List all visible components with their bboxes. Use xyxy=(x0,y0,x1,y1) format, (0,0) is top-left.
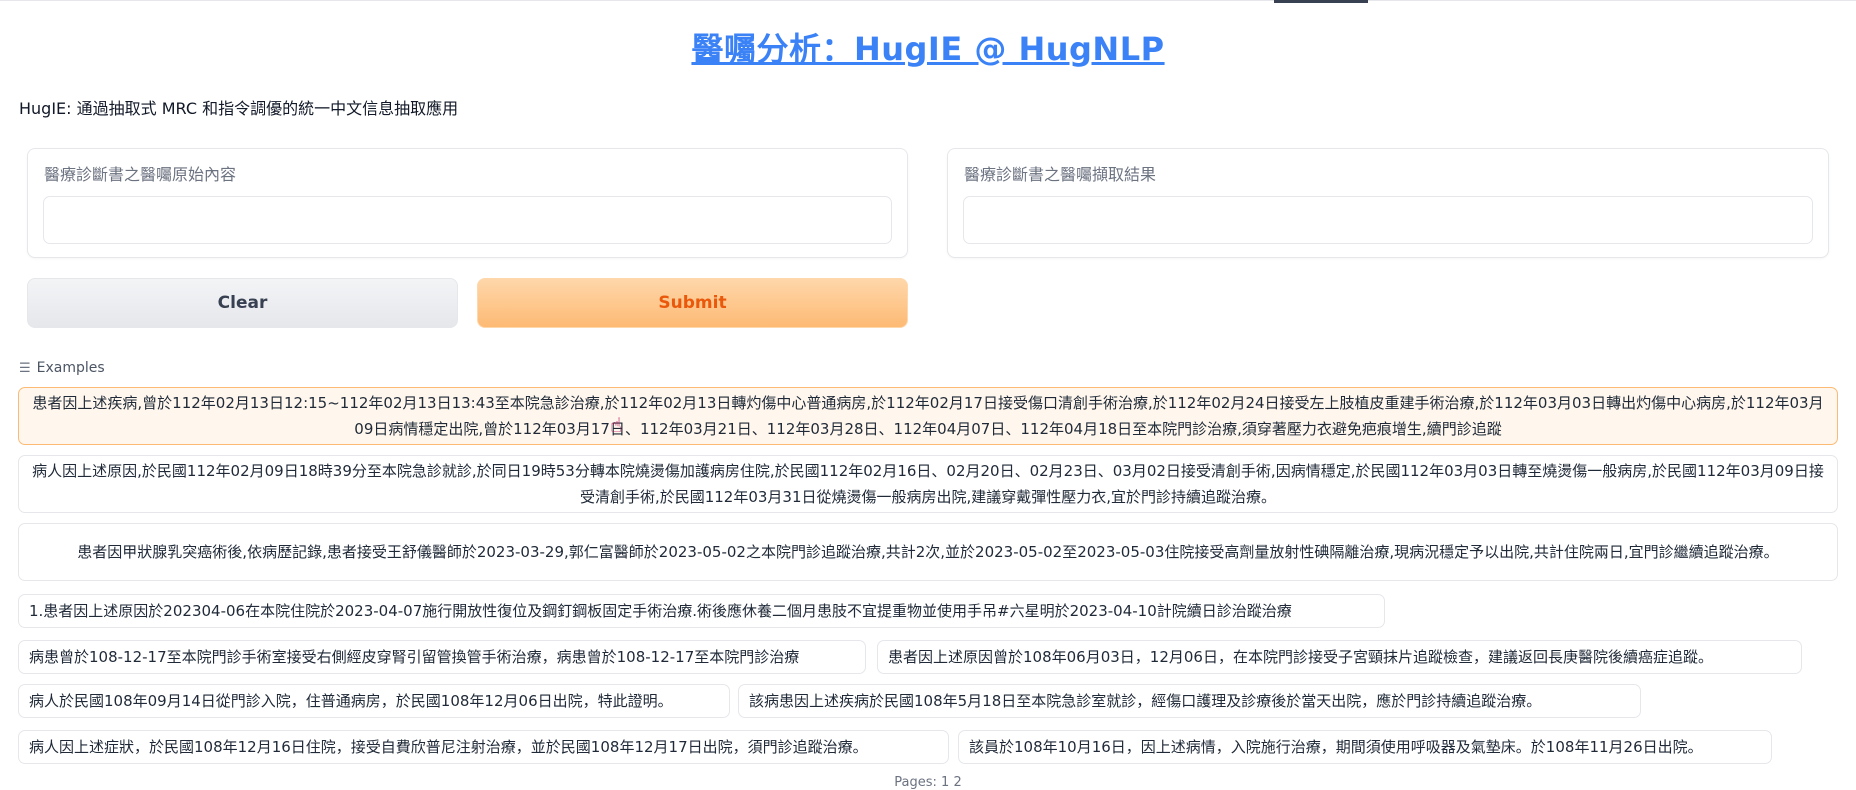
example-text: 1.患者因上述原因於202304-06在本院住院於2023-04-07施行開放性… xyxy=(29,602,1292,620)
example-item[interactable]: 病人因上述症狀，於民國108年12月16日住院，接受自費欣普尼注射治療，並於民國… xyxy=(18,730,949,764)
output-panel: 醫療診斷書之醫囑擷取結果 xyxy=(947,148,1829,258)
example-item[interactable]: 病患曾於108-12-17至本院門診手術室接受右側經皮穿腎引留管換管手術治療，病… xyxy=(18,640,866,674)
page-subtitle: HugIE: 通過抽取式 MRC 和指令調優的統一中文信息抽取應用 xyxy=(19,99,459,118)
input-panel: 醫療診斷書之醫囑原始內容 xyxy=(27,148,908,258)
example-text: 病人於民國108年09月14日從門診入院，住普通病房，於民國108年12月06日… xyxy=(29,692,673,710)
input-label: 醫療診斷書之醫囑原始內容 xyxy=(44,165,237,184)
example-text: 患者因甲狀腺乳突癌術後,依病歷記錄,患者接受王舒儀醫師於2023-03-29,郭… xyxy=(77,543,1779,561)
example-item[interactable]: 1.患者因上述原因於202304-06在本院住院於2023-04-07施行開放性… xyxy=(18,594,1385,628)
example-item[interactable]: 該病患因上述疾病於民國108年5月18日至本院急診室就診，經傷口護理及診療後於當… xyxy=(738,684,1641,718)
active-tab-indicator xyxy=(1274,0,1368,3)
list-icon: ☰ xyxy=(19,360,31,376)
example-text: 患者因上述原因曾於108年06月03日，12月06日，在本院門診接受子宮頸抹片追… xyxy=(888,648,1713,666)
examples-header: ☰ Examples xyxy=(19,360,105,376)
output-textbox[interactable] xyxy=(963,196,1813,244)
example-text: 該病患因上述疾病於民國108年5月18日至本院急診室就診，經傷口護理及診療後於當… xyxy=(749,692,1542,710)
examples-title: Examples xyxy=(36,360,105,376)
example-item[interactable]: 患者因甲狀腺乳突癌術後,依病歷記錄,患者接受王舒儀醫師於2023-03-29,郭… xyxy=(18,523,1838,581)
example-text: 病患曾於108-12-17至本院門診手術室接受右側經皮穿腎引留管換管手術治療，病… xyxy=(29,648,800,666)
input-textbox[interactable] xyxy=(43,196,892,244)
example-item[interactable]: 患者因上述原因曾於108年06月03日，12月06日，在本院門診接受子宮頸抹片追… xyxy=(877,640,1802,674)
pointer-cursor-icon: ☝ xyxy=(610,413,623,437)
clear-button[interactable]: Clear xyxy=(27,278,458,328)
example-item[interactable]: 患者因上述疾病,曾於112年02月13日12:15~112年02月13日13:4… xyxy=(18,387,1838,445)
page-title[interactable]: 醫囑分析：HugIE @ HugNLP xyxy=(0,24,1856,70)
example-text: 該員於108年10月16日，因上述病情，入院施行治療，期間須使用呼吸器及氣墊床。… xyxy=(969,738,1703,756)
example-item[interactable]: 該員於108年10月16日，因上述病情，入院施行治療，期間須使用呼吸器及氣墊床。… xyxy=(958,730,1772,764)
submit-button[interactable]: Submit xyxy=(477,278,908,328)
top-divider xyxy=(0,0,1856,1)
output-label: 醫療診斷書之醫囑擷取結果 xyxy=(964,165,1157,184)
example-text: 病人因上述原因,於民國112年02月09日18時39分至本院急診就診,於同日19… xyxy=(32,462,1824,506)
example-text: 患者因上述疾病,曾於112年02月13日12:15~112年02月13日13:4… xyxy=(32,394,1824,438)
example-item[interactable]: 病人因上述原因,於民國112年02月09日18時39分至本院急診就診,於同日19… xyxy=(18,455,1838,513)
example-item[interactable]: 病人於民國108年09月14日從門診入院，住普通病房，於民國108年12月06日… xyxy=(18,684,730,718)
example-text: 病人因上述症狀，於民國108年12月16日住院，接受自費欣普尼注射治療，並於民國… xyxy=(29,738,868,756)
